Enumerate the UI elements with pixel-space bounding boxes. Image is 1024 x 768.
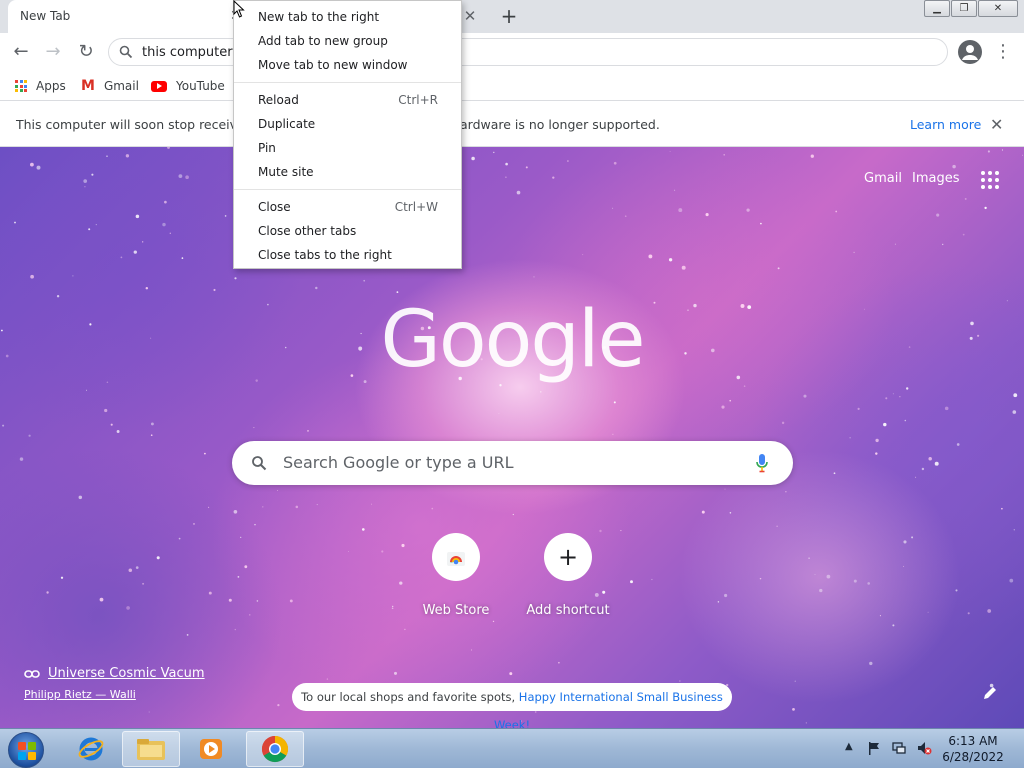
clock-time: 6:13 AM xyxy=(948,734,998,748)
infobar-close-icon[interactable]: ✕ xyxy=(990,115,1003,134)
tab-title: New Tab xyxy=(20,9,71,23)
action-center-flag-icon[interactable] xyxy=(866,740,882,756)
network-icon[interactable] xyxy=(891,740,907,756)
shortcut-label: Web Store xyxy=(422,603,490,618)
system-clock[interactable]: 6:13 AM 6/28/2022 xyxy=(938,733,1008,765)
google-apps-icon[interactable] xyxy=(981,171,999,189)
chrome-icon[interactable] xyxy=(246,731,304,767)
ntp-search-box[interactable]: Search Google or type a URL xyxy=(232,441,793,485)
link-icon xyxy=(24,669,40,678)
shortcut-web-store[interactable]: Web Store xyxy=(408,533,504,618)
search-icon xyxy=(119,45,133,59)
ntp-gmail-link[interactable]: Gmail xyxy=(864,171,902,186)
forward-button[interactable]: → xyxy=(40,39,66,65)
back-button[interactable]: ← xyxy=(8,39,34,65)
unsupported-os-infobar: This computer will soon stop receiving a… xyxy=(0,102,1024,147)
menu-label: Reload xyxy=(258,93,299,107)
infobar-message-start: This computer will soon stop receiving xyxy=(16,117,257,132)
menu-label: Close other tabs xyxy=(258,224,357,238)
menu-label: Move tab to new window xyxy=(258,58,408,72)
menu-label: Close xyxy=(258,200,291,214)
youtube-icon xyxy=(151,80,167,92)
menu-shortcut: Ctrl+R xyxy=(398,93,438,107)
search-placeholder[interactable]: Search Google or type a URL xyxy=(283,453,513,472)
new-tab-button[interactable]: + xyxy=(498,5,520,27)
menu-label: Add tab to new group xyxy=(258,34,388,48)
maximize-button[interactable]: ❐ xyxy=(951,0,977,17)
apps-grid-icon xyxy=(15,80,27,92)
credit-title-text: Universe Cosmic Vacum xyxy=(48,666,205,681)
shortcut-add[interactable]: + Add shortcut xyxy=(520,533,616,618)
show-hidden-icons-button[interactable]: ▲ xyxy=(845,741,853,752)
file-explorer-icon[interactable] xyxy=(122,731,180,767)
bookmark-youtube[interactable]: YouTube xyxy=(151,76,225,96)
tab-new-tab[interactable]: New Tab ✕ xyxy=(8,0,246,33)
window-controls: ▁ ❐ ✕ xyxy=(923,0,1018,17)
background-credit-author[interactable]: Philipp Rietz — Walli xyxy=(24,688,136,701)
ntp-images-link[interactable]: Images xyxy=(912,171,960,186)
volume-muted-icon[interactable] xyxy=(916,740,932,756)
bookmark-label: Gmail xyxy=(103,79,139,93)
infobar-message-end: ardware is no longer supported. xyxy=(460,117,660,132)
promo-bar: To our local shops and favorite spots, H… xyxy=(292,683,732,728)
menu-item-close[interactable]: Close Ctrl+W xyxy=(234,195,461,219)
person-icon[interactable] xyxy=(958,40,982,64)
promo-text: To our local shops and favorite spots, xyxy=(301,690,519,704)
tab-context-menu: New tab to the right Add tab to new grou… xyxy=(233,0,462,269)
menu-item-add-to-group[interactable]: Add tab to new group xyxy=(234,29,461,53)
mouse-cursor-icon xyxy=(233,0,245,18)
shortcut-label: Add shortcut xyxy=(526,603,610,618)
microphone-icon[interactable] xyxy=(756,453,768,473)
menu-item-move-to-window[interactable]: Move tab to new window xyxy=(234,53,461,77)
learn-more-link[interactable]: Learn more xyxy=(910,117,981,132)
menu-label: Duplicate xyxy=(258,117,316,131)
menu-label: Close tabs to the right xyxy=(258,248,392,262)
window-close-button[interactable]: ✕ xyxy=(978,0,1018,17)
search-icon xyxy=(252,456,267,471)
menu-shortcut: Ctrl+W xyxy=(394,200,438,214)
menu-label: Pin xyxy=(258,141,276,155)
customize-pencil-icon[interactable] xyxy=(982,685,998,701)
reload-button[interactable]: ↻ xyxy=(73,39,99,65)
second-tab-close-icon[interactable]: ✕ xyxy=(462,8,478,24)
galaxy-background xyxy=(1,147,1023,724)
minimize-button[interactable]: ▁ xyxy=(924,0,950,17)
bookmark-apps[interactable]: Apps xyxy=(15,76,66,96)
menu-item-reload[interactable]: Reload Ctrl+R xyxy=(234,88,461,112)
tab-strip: New Tab ✕ ✕ + ▁ ❐ ✕ xyxy=(0,0,1024,33)
start-button[interactable] xyxy=(8,732,44,768)
menu-label: Mute site xyxy=(258,165,314,179)
new-tab-page: Gmail Images Google Search Google or typ… xyxy=(0,147,1024,728)
menu-label: New tab to the right xyxy=(258,10,380,24)
menu-item-close-tabs-right[interactable]: Close tabs to the right xyxy=(234,243,461,267)
menu-separator xyxy=(234,189,461,190)
bookmark-label: Apps xyxy=(36,79,66,93)
menu-item-pin[interactable]: Pin xyxy=(234,136,461,160)
bookmark-gmail[interactable]: M Gmail xyxy=(81,76,139,96)
browser-menu-button[interactable]: ⋮ xyxy=(994,39,1012,65)
plus-icon: + xyxy=(544,533,592,581)
windows-logo-icon xyxy=(18,742,36,760)
bookmark-label: YouTube xyxy=(176,79,225,93)
internet-explorer-icon[interactable] xyxy=(62,731,120,767)
media-player-icon[interactable] xyxy=(182,731,240,767)
windows-taskbar: ▲ 6:13 AM 6/28/2022 xyxy=(0,728,1024,768)
browser-toolbar: ← → ↻ this computer ⋮ xyxy=(0,33,1024,71)
google-logo: Google xyxy=(380,295,645,385)
menu-item-duplicate[interactable]: Duplicate xyxy=(234,112,461,136)
menu-item-new-tab-right[interactable]: New tab to the right xyxy=(234,5,461,29)
background-credit-title[interactable]: Universe Cosmic Vacum xyxy=(24,666,205,681)
gmail-icon: M xyxy=(81,78,95,94)
omnibox-text[interactable]: this computer xyxy=(142,45,233,60)
bookmarks-bar: Apps M Gmail YouTube xyxy=(0,71,1024,101)
web-store-icon xyxy=(432,533,480,581)
clock-date: 6/28/2022 xyxy=(942,750,1004,764)
menu-separator xyxy=(234,82,461,83)
menu-item-close-other-tabs[interactable]: Close other tabs xyxy=(234,219,461,243)
menu-item-mute-site[interactable]: Mute site xyxy=(234,160,461,184)
